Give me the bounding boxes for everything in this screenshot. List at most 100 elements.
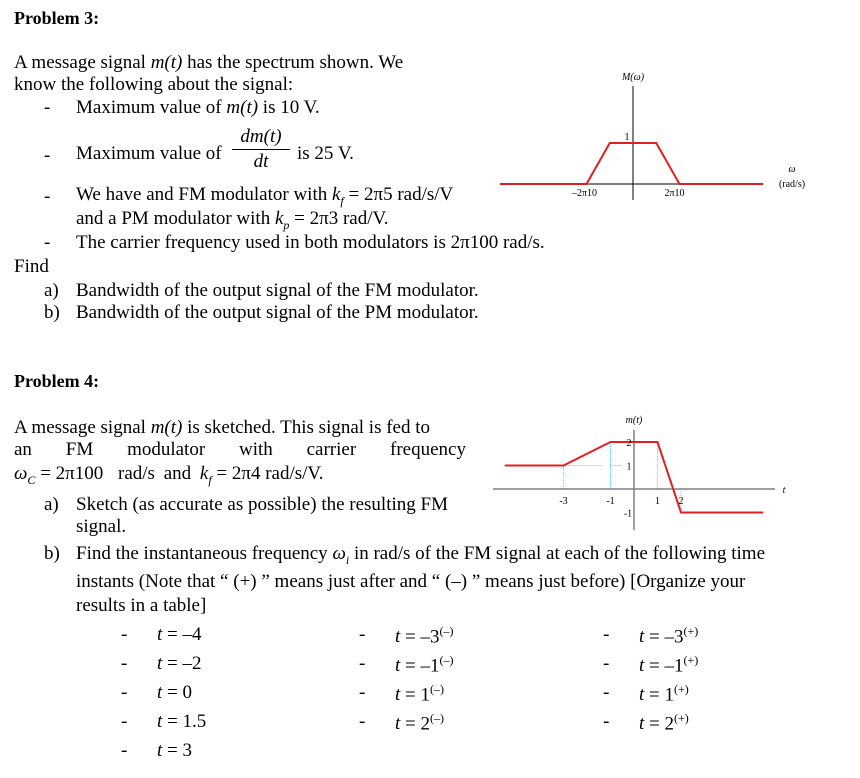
y-axis-title: M(ω) bbox=[621, 72, 645, 83]
problem3-heading: Problem 3: bbox=[14, 8, 100, 28]
t-value: = –2 bbox=[162, 653, 202, 674]
time-instant-item: -t = –2 bbox=[121, 653, 206, 682]
time-instant-item: -t = 1.5 bbox=[121, 711, 207, 740]
qb-pre: Find the instantaneous frequency bbox=[76, 543, 333, 564]
find-label: Find bbox=[14, 256, 49, 277]
omega-c-var: ω bbox=[14, 463, 28, 484]
bullet-dash: - bbox=[121, 624, 128, 645]
time-instant-item: -t = 0 bbox=[121, 682, 206, 711]
t-value: = –1 bbox=[644, 655, 684, 677]
problem4-question-b-line3: results in a table] bbox=[76, 595, 207, 616]
x-tick-label: –2π10 bbox=[571, 188, 597, 199]
bullet-dash: - bbox=[121, 740, 128, 761]
time-instant-item: -t = 1(+) bbox=[603, 682, 698, 711]
message-signal-chart: m(t) t -3 -1 1 2 2 1 -1 bbox=[493, 415, 786, 530]
word: carrier bbox=[306, 439, 357, 460]
bullet-dash: - bbox=[121, 682, 128, 703]
x-tick-label: 1 bbox=[655, 496, 660, 507]
problem4-intro-line2: an FM modulator with carrier frequency bbox=[14, 439, 466, 461]
t-value: = 2 bbox=[644, 713, 674, 735]
t-superscript: (+) bbox=[674, 682, 689, 696]
problem3-question-b-label: b) bbox=[44, 302, 60, 323]
problem3-intro-text: A message signal m(t) has the spectrum s… bbox=[14, 52, 404, 73]
bullet-dash: - bbox=[121, 711, 128, 732]
problem4-heading: Problem 4: bbox=[14, 371, 100, 391]
time-instant-item: -t = –1(–) bbox=[359, 653, 454, 682]
t-value: = –3 bbox=[644, 626, 684, 648]
bullet-dash: - bbox=[44, 232, 51, 253]
word: with bbox=[239, 439, 273, 460]
bullet-dash: - bbox=[603, 682, 610, 703]
problem3-bullet1: Maximum value of m(t) is 10 V. bbox=[76, 97, 320, 119]
omega-c-value: = 2π100 bbox=[35, 463, 104, 484]
problem3-question-a: Bandwidth of the output signal of the FM… bbox=[76, 280, 479, 301]
problem3-question-a-label: a) bbox=[44, 280, 59, 301]
problem3-bullet2-post: is 25 V. bbox=[297, 143, 354, 164]
bullet-dash: - bbox=[359, 682, 366, 703]
t-superscript: (+) bbox=[683, 624, 699, 638]
time-instant-item: -t = 2(–) bbox=[359, 711, 454, 740]
t-value: = 1.5 bbox=[162, 711, 207, 732]
problem4-intro-line1: A message signal m(t) is sketched. This … bbox=[14, 417, 430, 439]
bullet1-post: is 10 V. bbox=[258, 97, 320, 118]
t-value: = –4 bbox=[162, 624, 202, 645]
bullet-dash: - bbox=[603, 711, 610, 732]
derivative-fraction: dm(t) dt bbox=[232, 126, 290, 173]
x-axis-title: t bbox=[783, 485, 786, 496]
t-superscript: (–) bbox=[439, 653, 454, 667]
kf-value: = 2π4 rad/s/V. bbox=[211, 463, 324, 484]
spectrum-chart: M(ω) 1 –2π10 2π10 ω (rad/s) bbox=[500, 72, 805, 200]
t-value: = 1 bbox=[644, 684, 674, 706]
y-axis-title: m(t) bbox=[626, 415, 643, 426]
bullet3b-post: = 2π3 rad/V. bbox=[289, 208, 389, 229]
bullet1-pre: Maximum value of bbox=[76, 97, 227, 118]
time-instant-item: -t = –3(–) bbox=[359, 624, 454, 653]
t-superscript: (–) bbox=[439, 624, 454, 638]
time-instants-col2: -t = –3(–) - t = –1(–) - t = 1(–) - t = 2(–) bbox=[359, 624, 454, 740]
m-of-t-var: m(t) bbox=[150, 52, 183, 73]
time-instant-item: -t = 2(+) bbox=[603, 711, 698, 740]
bullet-dash: - bbox=[44, 186, 51, 207]
problem4-question-b-label: b) bbox=[44, 543, 60, 564]
y-tick-label: 1 bbox=[627, 462, 632, 473]
time-instant-item: -t = –4 bbox=[121, 624, 206, 653]
m-of-t-var: m(t) bbox=[150, 417, 183, 438]
bullet-dash: - bbox=[359, 711, 366, 732]
problem3-intro-line2: know the following about the signal: bbox=[14, 74, 294, 95]
time-instants-col3: -t = –3(+) - t = –1(+) - t = 1(+) - t = 2(+) bbox=[603, 624, 699, 740]
bullet-dash: - bbox=[603, 653, 610, 674]
bullet-dash: - bbox=[359, 624, 366, 645]
time-instants-col1: -t = –4- t = –2- t = 0-t = 1.5- t = 3 bbox=[121, 624, 207, 769]
spectrum-line bbox=[500, 142, 764, 185]
word: frequency bbox=[390, 439, 466, 460]
fraction-denominator: dt bbox=[253, 151, 269, 172]
bullet-dash: - bbox=[603, 624, 610, 645]
problem4-question-a-line2: signal. bbox=[76, 516, 127, 537]
t-superscript: (–) bbox=[430, 711, 444, 725]
t-superscript: (+) bbox=[683, 653, 699, 667]
x-axis-unit: (rad/s) bbox=[779, 179, 805, 190]
bullet-dash: - bbox=[359, 653, 366, 674]
bullet1-var: m(t) bbox=[226, 97, 259, 118]
x-tick-label: 2 bbox=[679, 496, 684, 507]
t-value: = –1 bbox=[400, 655, 440, 677]
bullet3-post: = 2π5 rad/s/V bbox=[343, 184, 454, 205]
problem3-intro-line1: A message signal m(t) has the spectrum s… bbox=[14, 52, 403, 74]
t-value: = 2 bbox=[400, 713, 430, 735]
t-superscript: (–) bbox=[430, 682, 444, 696]
and-word: and bbox=[163, 463, 192, 484]
y-tick-label: -1 bbox=[624, 509, 632, 520]
word: FM bbox=[65, 439, 94, 460]
t-value: = 0 bbox=[162, 682, 192, 703]
bullet-dash: - bbox=[44, 97, 51, 118]
time-instant-item: -t = 3 bbox=[121, 740, 206, 769]
problem4-question-b-line1: Find the instantaneous frequency ωi in r… bbox=[76, 543, 765, 571]
word: an bbox=[14, 439, 32, 460]
bullet3b-pre: and a PM modulator with bbox=[76, 208, 275, 229]
x-tick-label: 2π10 bbox=[664, 188, 684, 199]
problem4-question-a-label: a) bbox=[44, 494, 59, 515]
t-value: = 3 bbox=[162, 740, 192, 761]
y-tick-label: 1 bbox=[625, 132, 630, 143]
bullet-dash: - bbox=[121, 653, 128, 674]
time-instant-item: -t = –1(+) bbox=[603, 653, 699, 682]
